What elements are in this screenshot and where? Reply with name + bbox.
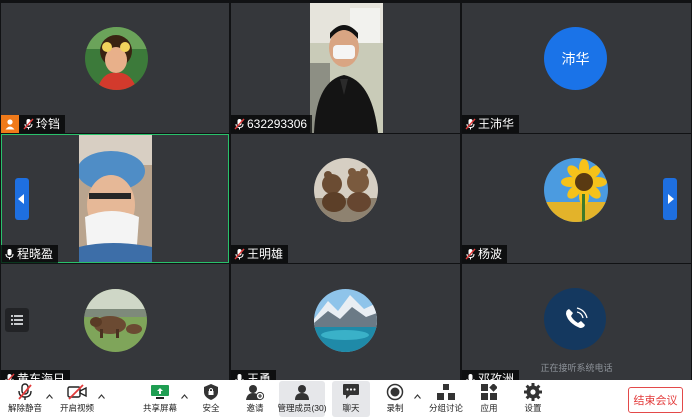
avatar (314, 158, 378, 222)
participant-video (310, 3, 383, 133)
participant-name: 王沛华 (478, 117, 515, 131)
invite-label: 邀请 (246, 403, 264, 413)
breakout-rooms-label: 分组讨论 (428, 403, 463, 413)
phone-icon (544, 288, 606, 350)
meeting-toolbar: 解除静音 开启视频 共享屏幕 安全 邀请 管理成员(30) 聊天 录制 分组讨论… (0, 380, 692, 418)
apps-icon (481, 381, 497, 402)
invite-icon (246, 381, 264, 402)
settings-label: 设置 (524, 403, 542, 413)
start-video-label: 开启视频 (59, 403, 94, 413)
avatar: 沛华 (544, 27, 607, 90)
gear-icon (524, 381, 542, 402)
mic-muted-icon (23, 118, 34, 130)
settings-button[interactable]: 设置 (518, 381, 548, 417)
chevron-left-icon[interactable] (15, 178, 29, 220)
caret-up-icon[interactable] (97, 392, 106, 401)
apps-button[interactable]: 应用 (474, 381, 504, 417)
participant-nametag: 程晓盈 (1, 245, 59, 263)
manage-members-label: 管理成员(30) (277, 403, 327, 413)
security-label: 安全 (202, 403, 220, 413)
participant-tile[interactable]: 杨波 (462, 134, 691, 263)
participant-nametag: 杨波 (462, 245, 508, 263)
record-icon (386, 381, 404, 402)
chevron-right-icon[interactable] (663, 178, 677, 220)
shield-icon (203, 381, 219, 402)
avatar (84, 289, 147, 352)
participant-nametag: 632293306 (231, 115, 313, 133)
chat-icon (342, 381, 360, 402)
unmute-button[interactable]: 解除静音 (6, 381, 44, 417)
participant-tile-active-speaker[interactable]: 程晓盈 (1, 134, 229, 263)
participant-name: 邓孜洲 (478, 372, 515, 380)
avatar (314, 289, 377, 352)
record-label: 录制 (386, 403, 404, 413)
participant-name: 玲铛 (36, 117, 61, 131)
video-grid: 玲铛 632293306 沛华 王沛华 程晓盈 王明雄 杨波 黄东海日 王勇 正… (0, 2, 692, 380)
participant-nametag: 王沛华 (462, 115, 520, 133)
chat-button[interactable]: 聊天 (332, 381, 370, 417)
mic-muted-icon (234, 248, 245, 260)
mic-muted-icon (465, 248, 476, 260)
video-off-icon (67, 381, 87, 402)
mic-icon (4, 248, 15, 260)
manage-members-button[interactable]: 管理成员(30) (277, 381, 327, 417)
avatar-initials: 沛华 (561, 50, 590, 67)
start-video-button[interactable]: 开启视频 (58, 381, 96, 417)
chat-label: 聊天 (342, 403, 360, 413)
participant-name: 杨波 (478, 247, 503, 261)
host-icon (1, 115, 19, 133)
list-icon[interactable] (5, 308, 29, 332)
mic-muted-icon (465, 118, 476, 130)
participant-name: 程晓盈 (17, 247, 54, 261)
caret-up-icon[interactable] (413, 392, 422, 401)
mic-muted-icon (4, 373, 15, 380)
breakout-rooms-button[interactable]: 分组讨论 (428, 381, 464, 417)
participant-nametag: 王明雄 (231, 245, 289, 263)
mic-muted-icon (234, 118, 245, 130)
meeting-window: 玲铛 632293306 沛华 王沛华 程晓盈 王明雄 杨波 黄东海日 王勇 正… (0, 0, 692, 418)
breakout-icon (437, 381, 455, 402)
participant-nametag: 邓孜洲 (462, 370, 520, 380)
caret-up-icon[interactable] (180, 392, 189, 401)
participant-name: 黄东海日 (17, 372, 66, 380)
participant-tile[interactable]: 玲铛 (1, 3, 229, 133)
participant-tile[interactable]: 黄东海日 (1, 264, 229, 380)
mic-icon (234, 373, 245, 380)
participant-name: 王勇 (247, 372, 272, 380)
participant-nametag: 王勇 (231, 370, 277, 380)
participant-tile[interactable]: 沛华 王沛华 (462, 3, 691, 133)
avatar (544, 158, 608, 222)
participant-nametag: 黄东海日 (1, 370, 71, 380)
apps-label: 应用 (480, 403, 498, 413)
end-meeting-button[interactable]: 结束会议 (628, 387, 683, 413)
participant-tile[interactable]: 王勇 (231, 264, 460, 380)
share-screen-icon (150, 381, 170, 402)
security-button[interactable]: 安全 (194, 381, 228, 417)
participant-tile[interactable]: 632293306 (231, 3, 460, 133)
members-icon (293, 381, 311, 402)
participant-tile[interactable]: 王明雄 (231, 134, 460, 263)
invite-button[interactable]: 邀请 (238, 381, 272, 417)
participant-video (79, 135, 152, 262)
participant-nametag: 玲铛 (1, 115, 66, 133)
mic-muted-icon (17, 381, 33, 402)
participant-name: 王明雄 (247, 247, 284, 261)
avatar (85, 27, 148, 90)
mic-icon (465, 373, 476, 380)
share-screen-label: 共享屏幕 (142, 403, 177, 413)
caret-up-icon[interactable] (45, 392, 54, 401)
record-button[interactable]: 录制 (380, 381, 410, 417)
participant-tile[interactable]: 正在接听系统电话 邓孜洲 (462, 264, 691, 380)
participant-name: 632293306 (247, 117, 308, 131)
share-screen-button[interactable]: 共享屏幕 (141, 381, 179, 417)
unmute-label: 解除静音 (7, 403, 42, 413)
